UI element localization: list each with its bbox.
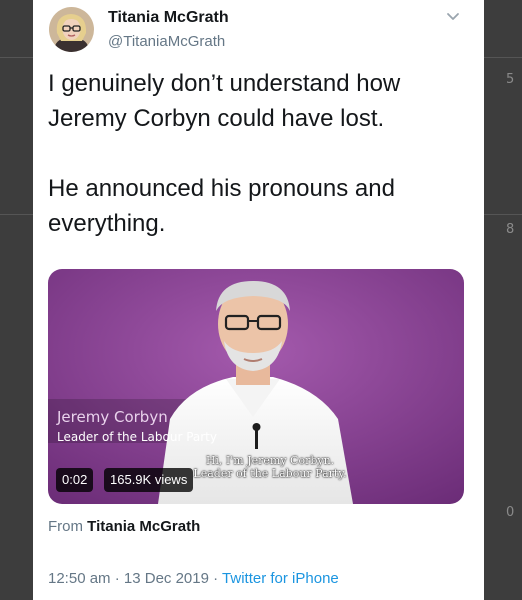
client-link[interactable]: Twitter for iPhone [222, 570, 339, 587]
chevron-down-icon[interactable] [443, 6, 463, 26]
lower-third-name: Jeremy Corbyn [57, 408, 168, 426]
author-name[interactable]: Titania McGrath [108, 9, 229, 27]
meta-separator: · [114, 570, 120, 587]
tweet-text: I genuinely don’t understand how Jeremy … [48, 66, 473, 241]
source-name[interactable]: Titania McGrath [87, 518, 200, 535]
background-divider [484, 214, 522, 215]
background-panel-left [0, 0, 33, 600]
avatar-image [49, 7, 94, 52]
background-divider [0, 57, 33, 58]
meta-separator: · [213, 570, 219, 587]
video-caption: Hi, I'm Jeremy Corbyn. Leader of the Lab… [190, 454, 350, 480]
video-views-badge[interactable]: 165.9K views [104, 468, 194, 492]
background-digit: 8 [506, 222, 515, 237]
background-panel-right [484, 0, 522, 600]
tweet-meta: 12:50 am · 13 Dec 2019 · Twitter for iPh… [48, 570, 339, 587]
tweet-paragraph: He announced his pronouns and everything… [48, 175, 395, 237]
background-digit: 5 [506, 72, 515, 87]
video-duration-badge[interactable]: 0:02 [56, 468, 94, 492]
background-divider [0, 214, 33, 215]
source-attribution: From Titania McGrath [48, 518, 200, 535]
video-player[interactable]: Jeremy Corbyn Leader of the Labour Party… [48, 269, 464, 504]
caption-line: Leader of the Labour Party. [193, 467, 347, 480]
caption-line: Hi, I'm Jeremy Corbyn. [205, 454, 335, 467]
background-digit: 0 [506, 505, 515, 520]
tweet-date[interactable]: 13 Dec 2019 [124, 570, 209, 587]
tweet-paragraph: I genuinely don’t understand how Jeremy … [48, 70, 401, 132]
background-divider [484, 57, 522, 58]
author-handle[interactable]: @TitaniaMcGrath [108, 33, 225, 50]
tweet-card: Titania McGrath @TitaniaMcGrath I genuin… [33, 0, 484, 600]
tweet-time[interactable]: 12:50 am [48, 570, 111, 587]
source-prefix: From [48, 518, 83, 535]
lower-third-role: Leader of the Labour Party [57, 430, 217, 444]
avatar[interactable] [49, 7, 94, 52]
